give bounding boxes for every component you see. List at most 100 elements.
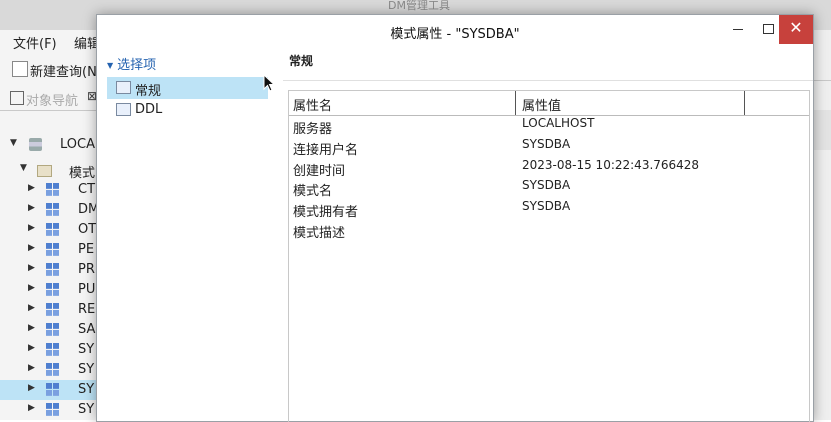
expand-right-icon[interactable]: ▶ [28,363,35,373]
table-row[interactable]: 模式名 SYSDBA [289,178,809,199]
expand-right-icon[interactable]: ▶ [28,203,35,213]
new-query-icon [12,61,28,77]
background-panel-block [812,110,831,150]
property-value: SYSDBA [522,178,571,192]
expand-right-icon[interactable]: ▶ [28,283,35,293]
close-button[interactable]: ✕ [779,15,813,44]
column-header-property-name[interactable]: 属性名 [293,95,332,114]
tree-node-schema[interactable]: ▶ OT [0,220,100,240]
property-name: 模式拥有者 [293,205,359,220]
tree-node-schema[interactable]: ▶ RE [0,300,100,320]
tree-node-schema[interactable]: ▶ DM [0,200,100,220]
object-navigator-tab[interactable]: 对象导航 ⊠ [0,86,110,111]
tree-node-label: SY [78,362,95,377]
column-divider[interactable] [744,91,745,115]
page-icon [116,81,131,94]
maximize-icon [763,24,774,34]
property-value: LOCALHOST [522,116,595,130]
schema-icon [46,223,59,236]
schema-icon [46,203,59,216]
property-value: SYSDBA [522,137,571,151]
option-item-general[interactable]: 常规 [107,77,268,99]
tree-node-label: CT [78,182,96,197]
schema-icon [46,383,59,396]
tree-node-label: SA [78,322,96,337]
expand-right-icon[interactable]: ▶ [28,263,35,273]
property-name: 模式描述 [293,226,346,241]
column-header-property-value[interactable]: 属性值 [522,95,561,114]
divider [812,80,831,81]
tree-node-schema[interactable]: ▶ PE [0,240,100,260]
new-query-button[interactable]: 新建查询(N [30,61,97,80]
tree-node-label: RE [78,302,96,317]
table-header: 属性名 属性值 [289,91,809,116]
background-right-panel [812,30,831,420]
tree-node-label: SY [78,402,95,417]
option-item-label: DDL [135,102,163,117]
folder-icon [37,165,52,177]
tree-node-schema-selected[interactable]: ▶ SY [0,380,100,400]
expand-right-icon[interactable]: ▶ [28,383,35,393]
property-name: 连接用户名 [293,143,359,158]
expand-down-icon[interactable]: ▼ [10,138,17,148]
tree-node-label: SY [78,382,95,397]
schema-icon [46,183,59,196]
page-icon [116,103,131,116]
column-divider[interactable] [515,91,516,115]
options-header-label: 选择项 [117,58,157,73]
tree-node-label: OT [78,222,97,237]
minimize-icon [733,29,743,30]
schema-icon [46,303,59,316]
table-row[interactable]: 连接用户名 SYSDBA [289,137,809,158]
dialog-title-bar[interactable]: 模式属性 - "SYSDBA" ✕ [97,15,813,45]
tree-node-schema-folder[interactable]: ▼ 模式 [0,160,100,181]
property-value: 2023-08-15 10:22:43.766428 [522,158,700,172]
expand-right-icon[interactable]: ▶ [28,403,35,413]
table-row[interactable]: 模式拥有者 SYSDBA [289,199,809,220]
expand-right-icon[interactable]: ▶ [28,183,35,193]
table-row[interactable]: 服务器 LOCALHOST [289,116,809,137]
table-row[interactable]: 创建时间 2023-08-15 10:22:43.766428 [289,158,809,179]
collapse-triangle-icon[interactable]: ▼ [107,61,113,70]
schema-icon [46,343,59,356]
option-item-ddl[interactable]: DDL [107,99,268,121]
general-content-panel: 常规 属性名 属性值 服务器 LOCALHOST 连接用户名 SYSDBA 创建… [278,45,813,422]
menu-file[interactable]: 文件(F) [13,33,57,52]
tree-node-label: PE [78,242,95,257]
expand-right-icon[interactable]: ▶ [28,223,35,233]
schema-icon [46,323,59,336]
tree-node-label: PU [78,282,96,297]
expand-right-icon[interactable]: ▶ [28,303,35,313]
navigator-icon [10,91,24,105]
divider [283,80,813,81]
table-row[interactable]: 模式描述 [289,220,809,241]
tree-node-label: SY [78,342,95,357]
schema-icon [46,263,59,276]
minimize-button[interactable] [723,15,753,44]
expand-right-icon[interactable]: ▶ [28,323,35,333]
property-value: SYSDBA [522,199,571,213]
property-table: 属性名 属性值 服务器 LOCALHOST 连接用户名 SYSDBA 创建时间 … [288,90,810,422]
tree-node-schema[interactable]: ▶ PR [0,260,100,280]
tree-node-schema[interactable]: ▶ SY [0,340,100,360]
close-icon: ✕ [789,18,803,37]
property-name: 服务器 [293,122,333,137]
database-icon [29,138,42,151]
tree-node-schema[interactable]: ▶ SY [0,400,100,420]
expand-down-icon[interactable]: ▼ [20,163,27,173]
tree-node-root[interactable]: ▼ LOCAL [0,135,102,155]
expand-right-icon[interactable]: ▶ [28,343,35,353]
schema-icon [46,363,59,376]
schema-icon [46,283,59,296]
object-navigator-label: 对象导航 [26,94,79,109]
expand-right-icon[interactable]: ▶ [28,243,35,253]
schema-icon [46,243,59,256]
background-toolbar: 新建查询(N [0,56,110,82]
tree-node-schema[interactable]: ▶ SA [0,320,100,340]
option-item-label: 常规 [135,84,162,99]
tree-node-schema[interactable]: ▶ PU [0,280,100,300]
tree-node-schema[interactable]: ▶ CT [0,180,100,200]
options-header[interactable]: ▼ 选择项 [107,54,156,73]
options-pane: ▼ 选择项 常规 DDL [97,45,278,421]
tree-node-schema[interactable]: ▶ SY [0,360,100,380]
